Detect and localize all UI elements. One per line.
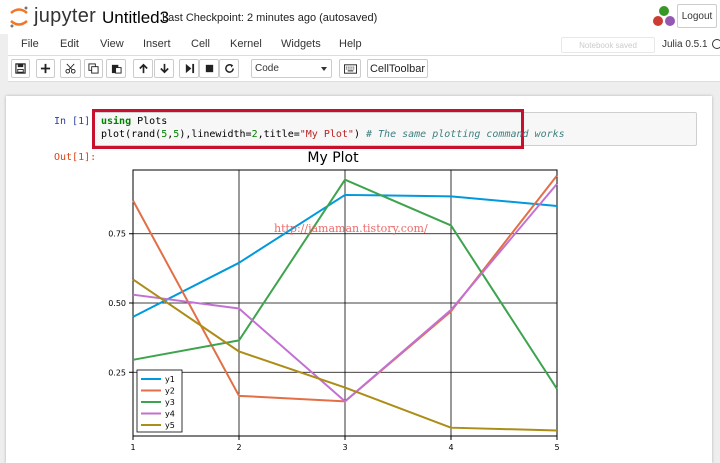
- move-down-button[interactable]: [154, 59, 174, 78]
- paste-icon: [111, 64, 122, 74]
- menu-file[interactable]: File: [21, 38, 39, 50]
- header: jupyter Untitled3 Last Checkpoint: 2 min…: [0, 0, 720, 34]
- move-up-button[interactable]: [133, 59, 153, 78]
- menu-kernel[interactable]: Kernel: [230, 38, 262, 50]
- legend-label-y4: y4: [165, 410, 175, 419]
- keyboard-icon: [343, 63, 357, 74]
- copy-button[interactable]: [84, 59, 103, 78]
- insert-cell-button[interactable]: [36, 59, 55, 78]
- arrow-up-icon: [138, 63, 148, 74]
- stop-icon: [205, 64, 213, 73]
- jupyter-logo[interactable]: jupyter: [8, 5, 97, 29]
- arrow-down-icon: [159, 63, 169, 74]
- y-tick-label: 0.50: [108, 299, 126, 308]
- legend-label-y2: y2: [165, 387, 175, 396]
- julia-kernel-icon: [653, 6, 675, 26]
- toolbar: Code CellToolbar: [8, 56, 720, 82]
- menu-edit[interactable]: Edit: [60, 38, 79, 50]
- notebook-name[interactable]: Untitled3: [102, 8, 169, 28]
- legend-label-y3: y3: [165, 398, 175, 407]
- y-tick-label: 0.75: [108, 230, 126, 239]
- kernel-idle-icon: [712, 39, 720, 49]
- notebook-saved-indicator: Notebook saved: [561, 37, 655, 53]
- x-tick-label: 3: [342, 443, 347, 452]
- cell-type-value: Code: [255, 63, 279, 74]
- logo-text: jupyter: [34, 5, 97, 27]
- legend-label-y5: y5: [165, 421, 175, 430]
- menu-view[interactable]: View: [100, 38, 124, 50]
- interrupt-kernel-button[interactable]: [199, 59, 219, 78]
- x-tick-label: 2: [236, 443, 241, 452]
- paste-button[interactable]: [106, 59, 126, 78]
- save-icon: [15, 63, 26, 74]
- refresh-icon: [224, 63, 234, 73]
- chart-title: My Plot: [307, 150, 359, 166]
- menu-help[interactable]: Help: [339, 38, 362, 50]
- plot-output: My Plot 1 2 3 4 5 0.25 0.50 0.75 y1 y2 y3 y4 y5: [108, 150, 559, 452]
- code-line-1: using Plots: [101, 116, 168, 127]
- logout-button[interactable]: Logout: [677, 4, 717, 28]
- x-tick-label: 1: [130, 443, 135, 452]
- copy-icon: [88, 63, 99, 74]
- save-button[interactable]: [11, 59, 30, 78]
- kernel-name: Julia 0.5.1: [662, 39, 708, 50]
- checkpoint-status: Last Checkpoint: 2 minutes ago (autosave…: [162, 12, 378, 24]
- menu-cell[interactable]: Cell: [191, 38, 210, 50]
- x-tick-label: 4: [448, 443, 453, 452]
- cut-button[interactable]: [60, 59, 81, 78]
- input-prompt: In [1]:: [54, 116, 97, 127]
- command-palette-button[interactable]: [339, 59, 361, 78]
- notebook-container: In [1]: using Plots plot(rand(5,5),linew…: [6, 96, 712, 463]
- celltoolbar-button[interactable]: CellToolbar: [367, 59, 428, 78]
- menu-widgets[interactable]: Widgets: [281, 38, 321, 50]
- menu-insert[interactable]: Insert: [143, 38, 171, 50]
- plus-icon: [40, 63, 51, 74]
- watermark-text: http://jamaman.tistory.com/: [274, 222, 428, 235]
- x-tick-label: 5: [554, 443, 559, 452]
- jupyter-logo-icon: [10, 6, 28, 28]
- legend-label-y1: y1: [165, 375, 175, 384]
- cut-icon: [65, 63, 76, 74]
- y-tick-label: 0.25: [108, 368, 126, 377]
- step-forward-icon: [185, 63, 194, 74]
- menubar: File Edit View Insert Cell Kernel Widget…: [8, 34, 720, 56]
- cell-type-select[interactable]: Code: [251, 59, 332, 78]
- restart-kernel-button[interactable]: [219, 59, 239, 78]
- chevron-down-icon: [321, 67, 327, 71]
- run-cell-button[interactable]: [179, 59, 199, 78]
